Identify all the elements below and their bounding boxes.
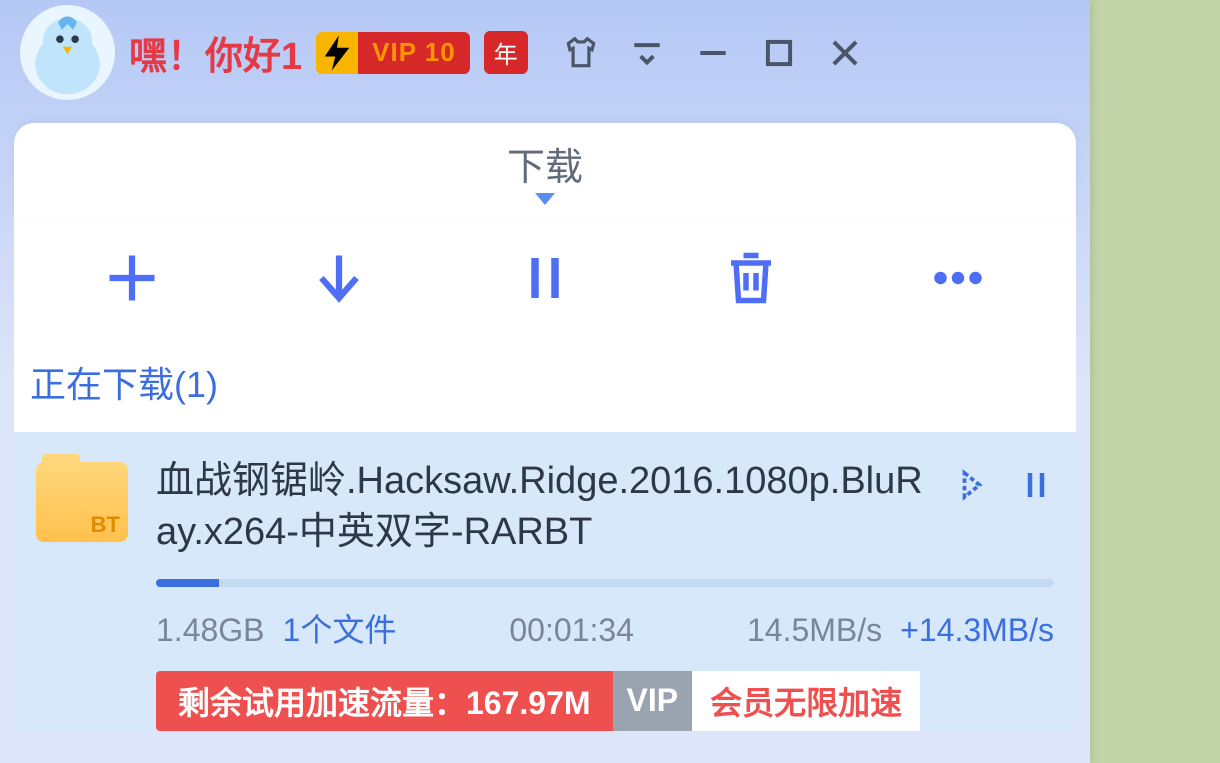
accelerate-button[interactable] [954,464,990,511]
chevron-down-icon [535,193,555,205]
bolt-icon [316,32,358,74]
greeting-text: 嘿！你好1 [129,25,302,80]
pause-all-button[interactable] [515,248,575,308]
download-time: 00:01:34 [509,612,634,649]
download-accel-speed: +14.3MB/s [900,612,1054,649]
download-file-count[interactable]: 1个文件 [283,605,397,651]
pause-button[interactable] [1018,464,1054,511]
vip-level-text: VIP 10 [358,32,470,74]
download-size: 1.48GB [156,612,265,649]
titlebar-controls [562,34,864,72]
tab-downloads[interactable]: 下载 [507,136,583,205]
minimize-icon[interactable] [694,34,732,72]
promo-vip-label: VIP [613,671,693,731]
skin-icon[interactable] [562,34,600,72]
bird-avatar-icon [20,5,115,100]
app-window: 嘿！你好1 VIP 10 年 [0,0,1090,763]
menu-icon[interactable] [628,34,666,72]
download-stats: 1.48GB 1个文件 00:01:34 14.5MB/s +14.3MB/s [156,605,1054,651]
promo-trial-text: 剩余试用加速流量：167.97M [156,671,613,731]
tab-header: 下载 [14,123,1076,218]
year-badge: 年 [484,31,528,74]
download-speed: 14.5MB/s [747,612,882,649]
delete-button[interactable] [721,248,781,308]
maximize-icon[interactable] [760,34,798,72]
tab-label-text: 下载 [507,136,583,191]
download-title: 血战钢锯岭.Hacksaw.Ridge.2016.1080p.BluRay.x2… [156,456,936,559]
avatar[interactable] [20,5,115,100]
start-all-button[interactable] [309,248,369,308]
bt-tag-text: BT [91,512,120,538]
vip-badge[interactable]: VIP 10 [316,32,470,74]
progress-bar-fill [156,579,219,587]
download-body: 血战钢锯岭.Hacksaw.Ridge.2016.1080p.BluRay.x2… [156,456,1054,731]
toolbar [14,218,1076,338]
progress-bar-track [156,579,1054,587]
bt-folder-icon: BT [36,462,128,542]
download-actions [954,456,1054,511]
add-button[interactable] [102,248,162,308]
download-item[interactable]: BT 血战钢锯岭.Hacksaw.Ridge.2016.1080p.BluRay… [14,432,1076,731]
downloading-section-label: 正在下载(1) [14,338,1076,432]
close-icon[interactable] [826,34,864,72]
titlebar: 嘿！你好1 VIP 10 年 [0,0,1090,105]
promo-unlimited-button[interactable]: 会员无限加速 [692,671,920,731]
promo-banner: 剩余试用加速流量：167.97M VIP 会员无限加速 [156,671,1054,731]
more-button[interactable] [928,248,988,308]
